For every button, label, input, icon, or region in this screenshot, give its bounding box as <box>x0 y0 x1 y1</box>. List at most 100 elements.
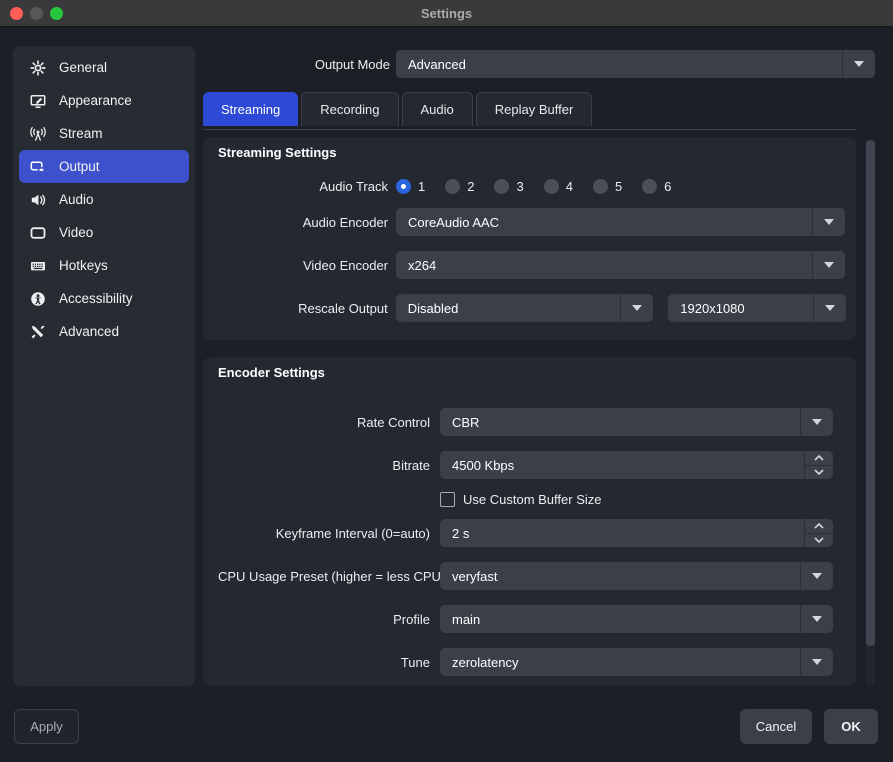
profile-select[interactable]: main <box>440 605 833 633</box>
scrollbar-track[interactable] <box>866 140 875 686</box>
radio-icon[interactable] <box>642 179 657 194</box>
tab-replay-buffer[interactable]: Replay Buffer <box>476 92 593 126</box>
chevron-down-icon[interactable] <box>842 50 875 78</box>
sidebar-item-video[interactable]: Video <box>19 216 189 249</box>
sidebar-item-label: General <box>59 60 107 75</box>
sidebar-item-general[interactable]: General <box>19 51 189 84</box>
radio-icon[interactable] <box>544 179 559 194</box>
rate-control-row: Rate Control CBR <box>218 408 846 436</box>
bitrate-spin-buttons <box>804 451 833 479</box>
radio-icon[interactable] <box>445 179 460 194</box>
rate-control-label: Rate Control <box>218 415 430 430</box>
keyframe-interval-value: 2 s <box>440 526 469 541</box>
sidebar-item-advanced[interactable]: Advanced <box>19 315 189 348</box>
chevron-down-icon[interactable] <box>620 294 653 322</box>
chevron-down-icon[interactable] <box>813 294 846 322</box>
audio-track-option-1[interactable]: 1 <box>396 179 425 194</box>
antenna-icon <box>29 125 46 142</box>
sidebar-item-label: Video <box>59 225 93 240</box>
tab-divider <box>203 129 857 130</box>
sidebar-item-label: Stream <box>59 126 103 141</box>
spin-down-icon[interactable] <box>805 466 833 480</box>
cpu-preset-select[interactable]: veryfast <box>440 562 833 590</box>
keyboard-icon <box>29 257 46 274</box>
custom-buffer-row: Use Custom Buffer Size <box>440 491 601 507</box>
rate-control-select[interactable]: CBR <box>440 408 833 436</box>
cpu-preset-row: CPU Usage Preset (higher = less CPU) ver… <box>218 562 846 590</box>
chevron-down-icon[interactable] <box>800 605 833 633</box>
tune-select[interactable]: zerolatency <box>440 648 833 676</box>
rescale-output-select[interactable]: Disabled <box>396 294 654 322</box>
bitrate-spinbox[interactable]: 4500 Kbps <box>440 451 833 479</box>
audio-track-row: Audio Track 1 2 3 4 5 6 <box>218 176 846 196</box>
speaker-icon <box>29 191 46 208</box>
chevron-down-icon[interactable] <box>812 251 845 279</box>
video-encoder-select[interactable]: x264 <box>396 251 845 279</box>
keyframe-interval-label: Keyframe Interval (0=auto) <box>218 526 430 541</box>
audio-track-option-2[interactable]: 2 <box>445 179 474 194</box>
output-mode-label: Output Mode <box>203 57 390 72</box>
tab-audio[interactable]: Audio <box>402 92 473 126</box>
sidebar-item-label: Output <box>59 159 100 174</box>
rescale-output-value: Disabled <box>396 301 459 316</box>
audio-track-option-3[interactable]: 3 <box>494 179 523 194</box>
rate-control-value: CBR <box>440 415 479 430</box>
zoom-button[interactable] <box>50 7 63 20</box>
audio-track-option-6[interactable]: 6 <box>642 179 671 194</box>
keyframe-interval-spinbox[interactable]: 2 s <box>440 519 833 547</box>
chevron-down-icon[interactable] <box>800 562 833 590</box>
chevron-down-icon[interactable] <box>812 208 845 236</box>
sidebar-item-accessibility[interactable]: Accessibility <box>19 282 189 315</box>
output-mode-select[interactable]: Advanced <box>396 50 875 78</box>
sidebar-item-output[interactable]: Output <box>19 150 189 183</box>
profile-value: main <box>440 612 480 627</box>
cpu-preset-label: CPU Usage Preset (higher = less CPU) <box>218 569 430 584</box>
spin-up-icon[interactable] <box>805 519 833 534</box>
radio-selected-icon[interactable] <box>396 179 411 194</box>
sidebar-item-hotkeys[interactable]: Hotkeys <box>19 249 189 282</box>
chevron-down-icon[interactable] <box>800 648 833 676</box>
ok-button[interactable]: OK <box>824 709 878 744</box>
radio-label: 4 <box>566 179 573 194</box>
accessibility-icon <box>29 290 46 307</box>
custom-buffer-checkbox[interactable] <box>440 492 455 507</box>
tools-icon <box>29 323 46 340</box>
sidebar-item-label: Accessibility <box>59 291 133 306</box>
custom-buffer-label: Use Custom Buffer Size <box>463 492 601 507</box>
sidebar-item-audio[interactable]: Audio <box>19 183 189 216</box>
sidebar-item-label: Audio <box>59 192 94 207</box>
profile-row: Profile main <box>218 605 846 633</box>
sidebar-item-label: Hotkeys <box>59 258 108 273</box>
sidebar-item-stream[interactable]: Stream <box>19 117 189 150</box>
rescale-output-label: Rescale Output <box>218 301 388 316</box>
radio-icon[interactable] <box>494 179 509 194</box>
tab-streaming[interactable]: Streaming <box>203 92 298 126</box>
rescale-output-row: Rescale Output Disabled 1920x1080 <box>218 294 846 322</box>
radio-icon[interactable] <box>593 179 608 194</box>
radio-label: 2 <box>467 179 474 194</box>
output-tabs: Streaming Recording Audio Replay Buffer <box>203 92 592 126</box>
bitrate-value: 4500 Kbps <box>440 458 514 473</box>
scrollbar-thumb[interactable] <box>866 140 875 646</box>
apply-button[interactable]: Apply <box>14 709 79 744</box>
tune-value: zerolatency <box>440 655 518 670</box>
sidebar-item-label: Appearance <box>59 93 132 108</box>
output-mode-row: Output Mode Advanced <box>203 50 875 78</box>
cancel-button[interactable]: Cancel <box>740 709 812 744</box>
audio-encoder-row: Audio Encoder CoreAudio AAC <box>218 208 846 236</box>
audio-encoder-select[interactable]: CoreAudio AAC <box>396 208 845 236</box>
radio-label: 3 <box>516 179 523 194</box>
audio-track-label: Audio Track <box>218 179 388 194</box>
spin-up-icon[interactable] <box>805 451 833 466</box>
audio-track-option-5[interactable]: 5 <box>593 179 622 194</box>
rescale-resolution-select[interactable]: 1920x1080 <box>668 294 846 322</box>
output-mode-value: Advanced <box>396 57 466 72</box>
spin-down-icon[interactable] <box>805 534 833 548</box>
radio-label: 6 <box>664 179 671 194</box>
streaming-settings-card: Streaming Settings Audio Track 1 2 3 4 5… <box>203 137 856 340</box>
sidebar-item-appearance[interactable]: Appearance <box>19 84 189 117</box>
close-button[interactable] <box>10 7 23 20</box>
audio-track-option-4[interactable]: 4 <box>544 179 573 194</box>
tab-recording[interactable]: Recording <box>301 92 398 126</box>
chevron-down-icon[interactable] <box>800 408 833 436</box>
